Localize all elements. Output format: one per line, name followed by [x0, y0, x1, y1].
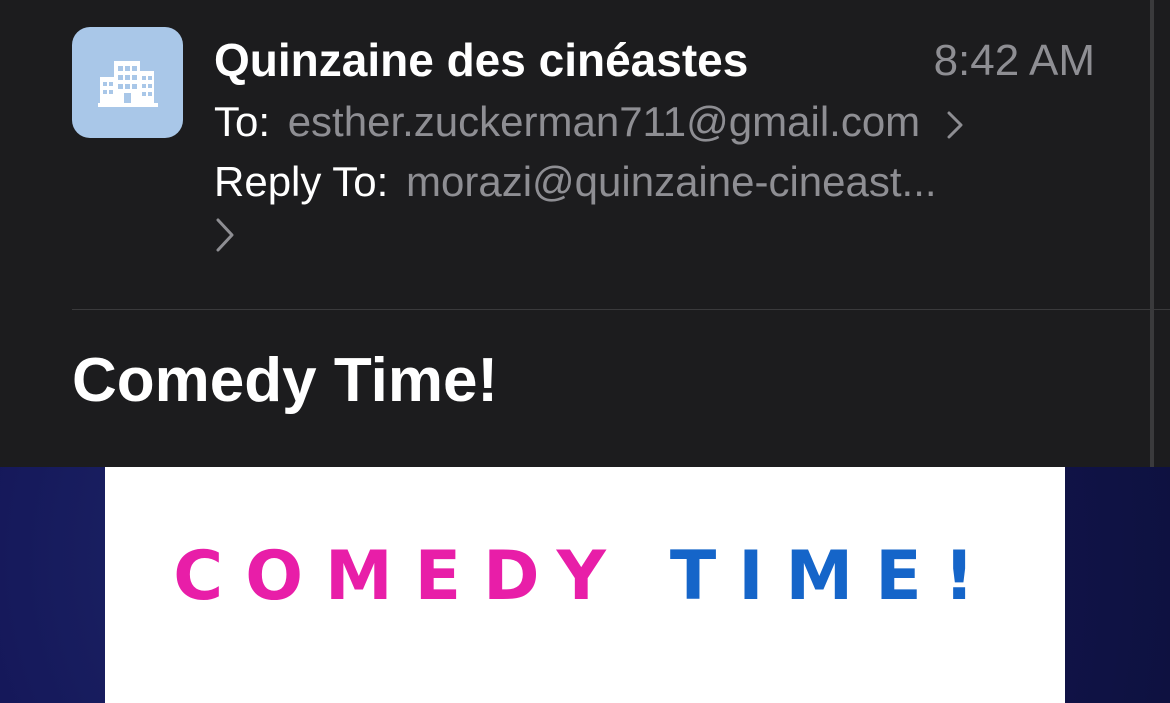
reply-to-disclosure[interactable]: [214, 216, 236, 259]
reply-to-label: Reply To:: [214, 158, 389, 205]
reply-to-address[interactable]: morazi@quinzaine-cineast...: [406, 158, 937, 205]
banner-title-part2: TIME!: [669, 537, 997, 616]
chevron-right-icon[interactable]: [214, 216, 236, 254]
email-header: Quinzaine des cinéastes 8:42 AM To: esth…: [0, 0, 1170, 467]
reply-to-row[interactable]: Reply To: morazi@quinzaine-cineast...: [214, 158, 937, 206]
received-time: 8:42 AM: [933, 36, 1095, 85]
sender-avatar[interactable]: [72, 27, 183, 138]
scroll-edge: [1150, 0, 1154, 467]
sender-name[interactable]: Quinzaine des cinéastes: [214, 34, 748, 86]
chevron-right-icon[interactable]: [946, 110, 964, 140]
banner-title: COMEDY TIME!: [105, 537, 1065, 616]
to-address[interactable]: esther.zuckerman711@gmail.com: [288, 98, 920, 145]
email-subject: Comedy Time!: [72, 346, 499, 415]
recipient-row[interactable]: To: esther.zuckerman711@gmail.com: [214, 98, 964, 146]
header-divider: [72, 309, 1170, 310]
email-content-card: COMEDY TIME!: [105, 467, 1065, 703]
to-label: To:: [214, 98, 271, 145]
banner-title-part1: COMEDY: [173, 537, 628, 616]
building-icon: [97, 60, 158, 107]
